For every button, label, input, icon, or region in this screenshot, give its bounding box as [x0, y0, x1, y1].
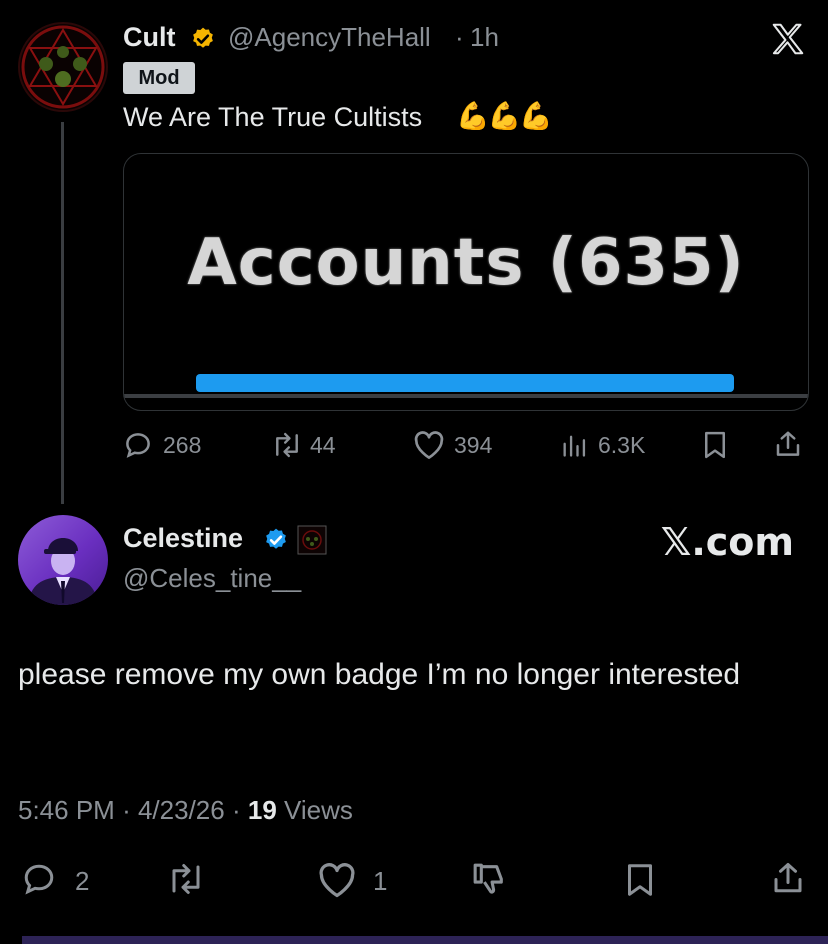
reply-author-handle[interactable]: @Celes_tine__ [123, 563, 301, 594]
mod-badge: Mod [123, 62, 195, 94]
reply-like-count: 1 [373, 866, 388, 896]
reply-date[interactable]: 4/23/26 [138, 795, 225, 825]
reply-text: please remove my own badge I’m no longer… [18, 658, 741, 691]
thread-connector [61, 122, 64, 504]
like-icon[interactable] [317, 862, 357, 898]
parent-author-handle[interactable]: @AgencyTheHall [228, 22, 431, 53]
dislike-icon[interactable] [470, 859, 508, 899]
parent-author-name[interactable]: Cult [123, 22, 175, 53]
meta-separator: · [122, 795, 131, 825]
x-com-watermark: 𝕏.com [660, 520, 794, 564]
reply-views-count: 19 [247, 795, 277, 825]
verified-gold-icon [190, 26, 216, 52]
share-icon[interactable] [770, 859, 806, 897]
views-count: 6.3K [598, 432, 646, 458]
bottom-panel-edge [22, 936, 828, 944]
repost-icon[interactable] [165, 861, 207, 897]
reply-icon[interactable] [20, 861, 58, 897]
bookmark-icon[interactable] [702, 430, 728, 460]
celestine-avatar[interactable] [18, 515, 108, 605]
like-count: 394 [454, 432, 493, 458]
repost-icon[interactable] [270, 430, 304, 460]
separator-dot: · [455, 22, 464, 52]
reply-author-name[interactable]: Celestine [123, 523, 243, 554]
affiliate-badge-icon[interactable] [297, 525, 327, 555]
tweet-media[interactable]: Accounts (635) [123, 153, 809, 411]
views-icon[interactable] [560, 430, 588, 460]
reply-replies-count: 2 [75, 866, 90, 896]
verified-blue-icon [263, 527, 289, 553]
share-icon[interactable] [773, 428, 803, 460]
reply-icon[interactable] [123, 430, 153, 460]
bookmark-icon[interactable] [625, 861, 655, 899]
repost-count: 44 [310, 432, 336, 458]
cult-avatar[interactable] [18, 22, 108, 112]
flexed-biceps-emoji: 💪💪💪 [456, 101, 553, 131]
media-accounts-text: Accounts (635) [187, 226, 745, 300]
media-divider [124, 394, 808, 398]
parent-tweet-text: We Are The True Cultists [123, 102, 423, 132]
reply-meta: 5:46 PM · 4/23/26 · 19 Views [18, 795, 353, 826]
reply-time[interactable]: 5:46 PM [18, 795, 115, 825]
x-logo-icon[interactable] [769, 20, 807, 58]
reply-count: 268 [163, 432, 202, 458]
reply-views-label: Views [284, 795, 353, 825]
like-icon[interactable] [413, 430, 445, 460]
meta-separator: · [231, 795, 241, 825]
parent-timestamp[interactable]: 1h [470, 22, 499, 53]
media-progress-bar [196, 374, 734, 392]
